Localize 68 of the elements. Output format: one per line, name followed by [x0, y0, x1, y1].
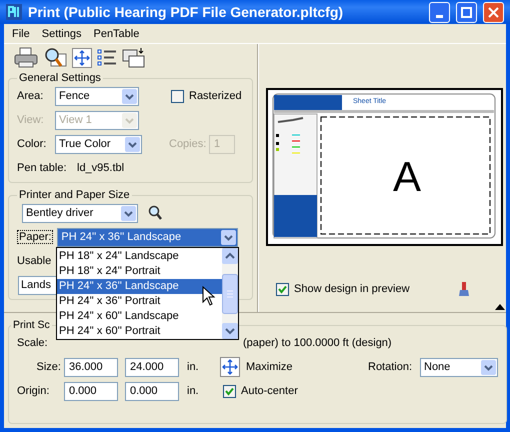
dropdown[interactable]: Bentley driver [22, 204, 138, 222]
maximize-button[interactable] [456, 2, 477, 22]
caret-icon [481, 360, 496, 374]
scale-description: (paper) to 100.0000 ft (design) [243, 337, 392, 349]
checkbox[interactable] [171, 90, 184, 102]
input-field[interactable]: 36.000 [64, 358, 118, 376]
list-option[interactable]: PH 24'' x 36'' Landscape [57, 279, 222, 294]
field-label: Copies: [169, 138, 208, 150]
menu-item[interactable]: Settings [42, 28, 82, 40]
field-label: Pen table: [17, 162, 68, 174]
field-label: Usable [17, 255, 52, 267]
input-field[interactable]: 0.000 [64, 382, 118, 400]
paint-brush-icon[interactable] [458, 281, 470, 297]
group-title: General Settings [18, 72, 102, 84]
scrollbar[interactable] [222, 248, 238, 339]
close-button[interactable] [483, 2, 504, 22]
menu-item[interactable]: File [12, 28, 30, 40]
check-icon [278, 284, 287, 294]
field-label: View: [17, 114, 45, 126]
field-label: Rotation: [368, 361, 414, 373]
search-icon[interactable] [148, 205, 162, 221]
move-arrows-icon[interactable] [220, 357, 240, 377]
checkbox-label: Rasterized [189, 90, 242, 102]
maximize-label[interactable]: Maximize [246, 361, 368, 373]
pen-table-name: ld_v95.tbl [77, 162, 124, 174]
maximize-icon [461, 6, 472, 18]
check-icon [225, 386, 234, 396]
scroll-thumb[interactable] [222, 274, 238, 314]
sheet-letter: A [393, 153, 422, 200]
windows-icon[interactable] [122, 46, 146, 70]
menu-item[interactable]: PenTable [93, 28, 140, 40]
checkbox-label: Auto-center [241, 385, 298, 397]
unit-label: in. [187, 361, 200, 373]
caret-icon [125, 136, 140, 152]
checkbox[interactable] [223, 384, 236, 398]
caret-icon [122, 88, 137, 104]
dropdown[interactable]: Fence [55, 86, 139, 106]
window-title: Print (Public Hearing PDF File Generator.pltcfg) [28, 4, 344, 20]
unit-label: in. [187, 385, 200, 397]
magnifier-icon[interactable] [43, 46, 67, 70]
minimize-button[interactable] [429, 2, 450, 22]
checkbox[interactable] [276, 282, 289, 296]
move-arrows-icon[interactable] [72, 46, 92, 70]
dropdown[interactable]: None [420, 358, 498, 376]
group-title: Printer and Paper Size [18, 189, 131, 201]
scroll-up-icon[interactable] [222, 248, 238, 264]
caret-icon [121, 206, 136, 220]
input-field[interactable]: 0.000 [125, 382, 179, 400]
printer-icon[interactable] [14, 46, 38, 70]
close-icon [488, 6, 499, 18]
field-label: Paper: [17, 230, 54, 244]
field-label: Color: [17, 138, 48, 150]
app-icon [6, 4, 22, 20]
field-label: Area: [17, 90, 44, 102]
minimize-icon [436, 14, 443, 18]
dropdown[interactable]: True Color [55, 134, 142, 154]
scroll-down-icon[interactable] [222, 323, 238, 339]
field-label: Origin: [17, 385, 50, 397]
caret-icon [221, 230, 236, 244]
checkbox-label: Show design in preview [294, 283, 410, 295]
field-label: Size: [36, 361, 62, 373]
field-label: Scale: [17, 337, 49, 349]
caret-icon [122, 112, 137, 128]
collapse-up-icon[interactable] [495, 304, 505, 310]
group-title: Print Sc [12, 319, 51, 331]
dropdown[interactable]: PH 24'' x 36'' Landscape [57, 228, 238, 246]
input-field[interactable]: 24.000 [125, 358, 179, 376]
mouse-cursor-icon [202, 286, 216, 306]
